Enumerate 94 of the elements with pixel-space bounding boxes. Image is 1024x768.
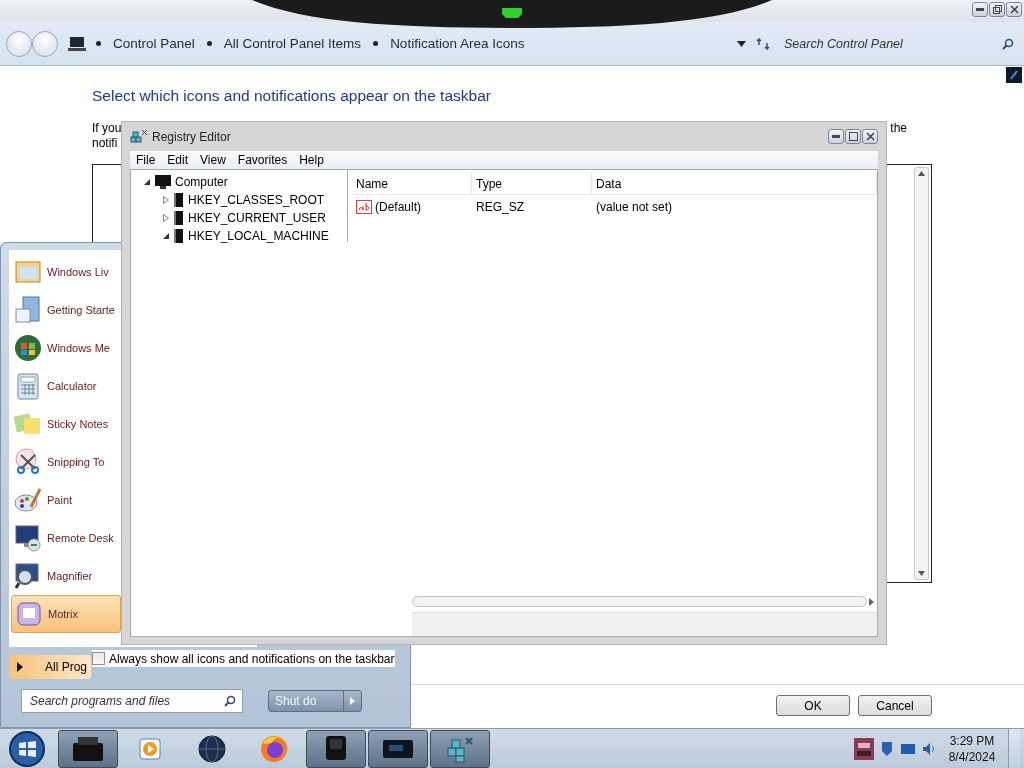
expanded-arrow-icon[interactable] xyxy=(162,232,170,240)
cancel-button[interactable]: Cancel xyxy=(858,695,932,716)
taskbar-button[interactable] xyxy=(58,729,118,768)
arrow-icon[interactable] xyxy=(869,597,874,606)
table-cell-text: REG_SZ xyxy=(475,200,525,214)
menu-item[interactable]: View xyxy=(194,153,232,167)
tree-item[interactable]: HKEY_CLASSES_ROOT xyxy=(188,193,325,207)
clock-time: 3:29 PM xyxy=(949,732,995,749)
separator-dot xyxy=(373,41,379,46)
printer-icon xyxy=(71,734,105,763)
search-field[interactable]: Search programs and files xyxy=(21,689,243,713)
program-item[interactable]: Getting Starte xyxy=(11,291,121,329)
column-header[interactable]: Name xyxy=(352,173,472,195)
search-icon xyxy=(1002,37,1014,50)
minimize-button[interactable] xyxy=(828,129,844,144)
window-title: Registry Editor xyxy=(152,129,232,144)
maximize-button[interactable] xyxy=(845,129,861,144)
value-name: (Default) xyxy=(375,200,421,214)
menu-item[interactable]: Edit xyxy=(161,153,195,167)
globe-icon xyxy=(197,733,227,764)
app-icon xyxy=(14,599,44,629)
menu-item[interactable]: Help xyxy=(293,153,330,167)
program-item[interactable]: Sticky Notes xyxy=(11,405,121,443)
arrow-icon xyxy=(350,697,355,705)
column-header[interactable]: Data xyxy=(592,173,877,195)
scroll-up-icon[interactable] xyxy=(918,171,925,176)
clock-date: 8/4/2024 xyxy=(948,748,996,765)
intro-text: the xyxy=(890,121,907,136)
collapsed-arrow-icon[interactable] xyxy=(162,214,170,222)
all-programs-item[interactable]: All Prog xyxy=(9,655,91,679)
close-button[interactable] xyxy=(862,129,878,144)
program-item[interactable]: Motrix xyxy=(11,595,121,633)
speaker-icon[interactable] xyxy=(922,741,936,756)
folder-icon xyxy=(173,210,185,226)
arrow-icon xyxy=(17,662,23,672)
program-item[interactable]: Windows Liv xyxy=(11,253,121,291)
tree-item[interactable]: HKEY_CURRENT_USER xyxy=(188,211,327,225)
folder-icon xyxy=(173,192,185,208)
program-item[interactable]: Calculator xyxy=(11,367,121,405)
intro-text: If you xyxy=(92,121,122,136)
app-icon[interactable] xyxy=(854,737,874,760)
monitor-icon[interactable] xyxy=(900,741,916,756)
media-player-icon xyxy=(137,735,163,762)
start-button[interactable] xyxy=(6,729,48,768)
search-field[interactable]: Search Control Panel xyxy=(780,30,1018,57)
string-value-icon xyxy=(356,200,372,214)
tree-item[interactable]: HKEY_LOCAL_MACHINE xyxy=(188,229,329,243)
minimize-button[interactable] xyxy=(972,2,988,17)
refresh-icon[interactable] xyxy=(756,36,770,51)
collapsed-arrow-icon[interactable] xyxy=(162,196,170,204)
separator-dot xyxy=(206,41,212,46)
folder-icon xyxy=(173,228,185,244)
menu-item[interactable]: File xyxy=(130,153,162,167)
scroll-down-icon[interactable] xyxy=(918,571,925,576)
monitor-icon xyxy=(13,523,43,553)
computer-icon xyxy=(154,174,172,190)
minimize-icon xyxy=(832,135,840,138)
browser-icon xyxy=(259,733,289,764)
clock[interactable]: 3:29 PM 8/4/2024 xyxy=(942,732,1002,765)
program-item[interactable]: Remote Desk xyxy=(11,519,121,557)
restore-button[interactable] xyxy=(989,2,1005,17)
dropdown-arrow-icon[interactable] xyxy=(737,40,746,47)
expanded-arrow-icon[interactable] xyxy=(143,178,151,186)
separator-dot xyxy=(96,41,101,46)
checkbox[interactable] xyxy=(92,652,105,665)
document-icon xyxy=(13,295,43,325)
shield-icon[interactable] xyxy=(880,740,894,757)
column-header[interactable]: Type xyxy=(472,173,592,195)
breadcrumb[interactable]: Control Panel xyxy=(113,36,195,51)
close-button[interactable] xyxy=(1006,2,1022,17)
vertical-scrollbar[interactable] xyxy=(914,167,929,580)
minimize-icon xyxy=(976,8,984,11)
page-heading: Select which icons and notifications appear on the taskbar xyxy=(92,87,492,106)
intro-text: notifi xyxy=(92,136,118,150)
taskbar-button[interactable] xyxy=(368,729,428,768)
horizontal-scrollbar[interactable] xyxy=(412,596,867,607)
checkbox-label: Always show all icons and notifications on the taskbar xyxy=(109,651,395,666)
program-item[interactable]: Magnifier xyxy=(11,557,121,595)
program-item[interactable]: Windows Me xyxy=(11,329,121,367)
breadcrumb[interactable]: All Control Panel Items xyxy=(223,36,362,51)
menu-item[interactable]: Favorites xyxy=(231,153,294,167)
program-item[interactable]: Paint xyxy=(11,481,121,519)
media-player-icon xyxy=(13,333,43,363)
app-icon xyxy=(1006,67,1022,83)
breadcrumb[interactable]: Notification Area Icons xyxy=(390,36,525,51)
cubes-icon xyxy=(130,128,148,145)
taskbar-button[interactable] xyxy=(430,729,490,768)
table-cell-text: (value not set) xyxy=(595,200,674,214)
search-icon xyxy=(224,695,236,707)
program-item[interactable]: Snipping To xyxy=(11,443,121,481)
taskbar-button[interactable] xyxy=(306,729,366,768)
computer-icon xyxy=(68,35,86,52)
tree-item[interactable]: Computer xyxy=(175,175,228,189)
ok-button[interactable]: OK xyxy=(776,695,850,716)
